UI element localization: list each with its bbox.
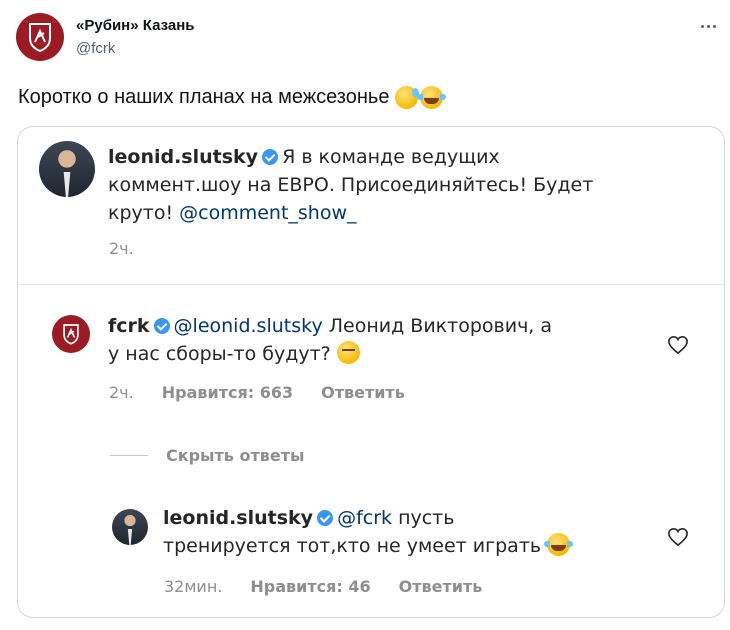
- comment-reply-button[interactable]: Ответить: [321, 383, 405, 402]
- author-handle[interactable]: @fcrk: [76, 40, 115, 57]
- verified-badge-icon: [317, 510, 334, 526]
- reply-likes-button[interactable]: Нравится: 46: [250, 577, 370, 596]
- verified-badge-icon: [153, 318, 170, 334]
- comment-mention-link[interactable]: @leonid.slutsky: [174, 315, 323, 337]
- tweet-text-content: Коротко о наших планах на межсезонье: [18, 86, 390, 108]
- reply-text-line2: тренируется тот,кто не умеет играть: [163, 535, 542, 557]
- more-options-icon[interactable]: [696, 18, 720, 34]
- club-logo-icon: [63, 324, 79, 345]
- grinning-sweat-emoji-icon: [395, 86, 420, 109]
- like-heart-icon[interactable]: [667, 527, 689, 547]
- embedded-image-card[interactable]: leonid.slutsky Я в команде ведущих коммен…: [17, 126, 725, 618]
- comment-fcrk: fcrk @leonid.slutsky Леонид Викторович, а…: [108, 312, 668, 368]
- post-caption-line2: коммент.шоу на ЕВРО. Присоединяйтесь! Бу…: [108, 174, 594, 196]
- post-mention-link[interactable]: @comment_show_: [179, 202, 356, 224]
- post-caption-line3: круто!: [108, 202, 180, 224]
- slutsky-reply-avatar[interactable]: [112, 509, 148, 545]
- card-divider: [18, 284, 724, 285]
- tweet-text: Коротко о наших планах на межсезонье: [18, 86, 447, 109]
- verified-badge-icon: [262, 149, 279, 165]
- post-username[interactable]: leonid.slutsky: [108, 146, 258, 168]
- hide-replies-label: Скрыть ответы: [166, 446, 305, 465]
- slutsky-avatar[interactable]: [39, 141, 95, 197]
- author-name[interactable]: «Рубин» Казань: [76, 17, 195, 34]
- hide-replies-button[interactable]: Скрыть ответы: [110, 446, 304, 465]
- tears-of-joy-emoji-icon: [544, 533, 574, 556]
- reply-mention-link[interactable]: @fcrk: [337, 507, 392, 529]
- reply-slutsky: leonid.slutsky @fcrk пусть тренируется то…: [163, 504, 663, 560]
- reply-reply-button[interactable]: Ответить: [399, 577, 483, 596]
- comment-likes-button[interactable]: Нравится: 663: [162, 383, 293, 402]
- reply-username[interactable]: leonid.slutsky: [163, 507, 313, 529]
- reply-meta: 32мин. Нравится: 46 Ответить: [164, 577, 482, 596]
- author-avatar[interactable]: [16, 13, 64, 61]
- reply-time: 32мин.: [164, 577, 223, 596]
- comment-text-line2: у нас сборы-то будут?: [108, 343, 331, 365]
- post-time: 2ч.: [109, 239, 134, 258]
- like-heart-icon[interactable]: [667, 335, 689, 355]
- post-caption: leonid.slutsky Я в команде ведущих коммен…: [108, 143, 688, 227]
- comment-username[interactable]: fcrk: [108, 315, 150, 337]
- post-meta: 2ч.: [109, 239, 134, 258]
- thinking-face-emoji-icon: [336, 341, 360, 364]
- post-caption-line1: Я в команде ведущих: [282, 146, 500, 168]
- tears-of-joy-emoji-icon: [417, 86, 447, 109]
- fcrk-avatar[interactable]: [52, 315, 90, 353]
- hide-replies-line: [110, 455, 148, 456]
- comment-text-line1: Леонид Викторович, а: [322, 315, 553, 337]
- comment-meta: 2ч. Нравится: 663 Ответить: [109, 383, 405, 402]
- club-logo-icon: [29, 23, 51, 52]
- comment-time: 2ч.: [109, 383, 134, 402]
- reply-text-line1: пусть: [392, 507, 455, 529]
